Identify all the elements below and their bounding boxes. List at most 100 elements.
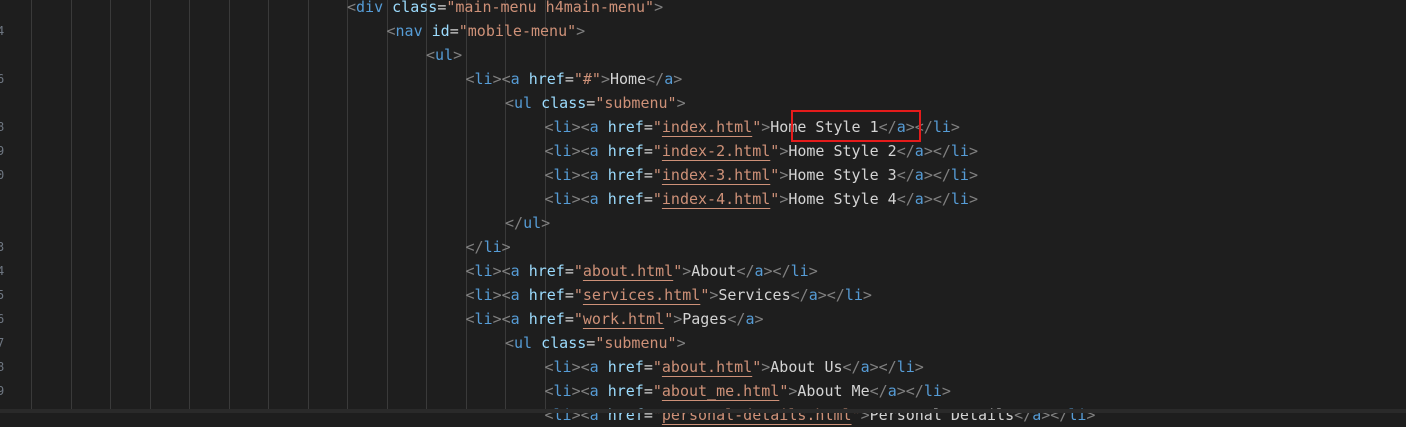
code-token: a [510, 262, 520, 280]
link-path[interactable]: index-3.html [662, 166, 770, 184]
link-path[interactable]: work.html [583, 310, 664, 328]
code-token: " [652, 190, 662, 208]
code-token: " [779, 382, 789, 400]
line-number: 6 [0, 72, 5, 86]
code-token: > [914, 358, 924, 376]
code-token: </ [896, 190, 915, 208]
code-token: = [449, 22, 459, 40]
code-token: < [347, 0, 357, 16]
code-token: li [474, 310, 493, 328]
code-token: </ [842, 358, 861, 376]
code-token: a [860, 358, 870, 376]
code-token: " [573, 310, 583, 328]
code-line[interactable]: <li><a href="index-3.html">Home Style 3<… [545, 163, 979, 187]
line-number: 7 [0, 336, 5, 350]
code-token: " [652, 118, 662, 136]
code-line[interactable]: <ul class="submenu"> [505, 331, 686, 355]
code-line[interactable]: <li><a href="index-4.html">Home Style 4<… [545, 187, 979, 211]
code-token: href [598, 142, 644, 160]
code-token: < [544, 166, 554, 184]
line-number [0, 187, 7, 211]
code-token: " [752, 118, 762, 136]
indent-guide [71, 0, 72, 413]
line-number: 9 [0, 144, 5, 158]
code-token: > [673, 310, 683, 328]
code-line[interactable]: <li><a href="about.html">About</a></li> [466, 259, 818, 283]
code-token: "mobile-menu" [458, 22, 577, 40]
link-path[interactable]: about.html [662, 358, 752, 376]
code-token: " [770, 190, 780, 208]
code-token: = [564, 70, 574, 88]
indent-guide [308, 0, 309, 413]
code-token: > [808, 262, 818, 280]
line-number-gutter: 4 6 8 9 0 3 4 5 6 7 8 9 [0, 0, 6, 413]
code-line[interactable]: <li><a href="about_me.html">About Me</a>… [545, 379, 951, 403]
code-token: < [465, 262, 475, 280]
code-token: href [598, 118, 644, 136]
code-line[interactable]: <li><a href="index-2.html">Home Style 2<… [545, 139, 979, 163]
code-token: > [779, 190, 789, 208]
code-token: </ [736, 262, 755, 280]
code-token: > [676, 334, 686, 352]
code-token: li [553, 358, 572, 376]
code-token: "submenu" [595, 94, 677, 112]
line-number: 3 [0, 240, 5, 254]
code-token: li [553, 190, 572, 208]
code-token: </ [896, 142, 915, 160]
code-token: li [474, 286, 493, 304]
code-token: = [643, 142, 653, 160]
code-token: </ [878, 118, 897, 136]
code-token: > [779, 166, 789, 184]
code-token: a [589, 118, 599, 136]
code-line[interactable]: <nav id="mobile-menu"> [387, 19, 586, 43]
indent-guide [347, 0, 348, 413]
code-line[interactable]: </ul> [505, 211, 550, 235]
code-token: > [541, 214, 551, 232]
code-line[interactable]: <li><a href="work.html">Pages</a> [466, 307, 764, 331]
link-path[interactable]: services.html [583, 286, 700, 304]
code-token: a [914, 142, 924, 160]
code-token: < [465, 310, 475, 328]
code-line[interactable]: <li><a href="services.html">Services</a>… [466, 283, 872, 307]
code-token: a [589, 166, 599, 184]
code-token: li [483, 238, 502, 256]
code-line[interactable]: <ul class="submenu"> [505, 91, 686, 115]
code-token: " [573, 262, 583, 280]
code-line[interactable]: <li><a href="#">Home</a> [466, 67, 683, 91]
horizontal-scrollbar[interactable] [0, 409, 1406, 413]
code-line[interactable]: <ul> [426, 43, 462, 67]
code-token: "submenu" [595, 334, 677, 352]
code-token: href [598, 358, 644, 376]
indent-guide [110, 0, 111, 413]
code-token: nav [395, 22, 423, 40]
code-token: div [356, 0, 384, 16]
code-line[interactable]: <li><a href="about.html">About Us</a></l… [545, 355, 924, 379]
code-token: = [564, 286, 574, 304]
code-token: < [426, 46, 436, 64]
line-number: 4 [0, 264, 5, 278]
link-path[interactable]: index-4.html [662, 190, 770, 208]
code-token: < [544, 118, 554, 136]
line-number [0, 0, 7, 19]
code-token: > [950, 118, 960, 136]
code-token: Home Style 3 [788, 166, 897, 184]
code-line[interactable]: <li><a href="index.html">Home Style 1</a… [545, 115, 960, 139]
code-token: " [652, 382, 662, 400]
code-token: Pages [682, 310, 728, 328]
code-token: li [553, 166, 572, 184]
code-token: > [968, 166, 978, 184]
indent-guide [466, 0, 467, 413]
code-token: a [589, 358, 599, 376]
link-path[interactable]: index.html [662, 118, 752, 136]
code-line[interactable]: <li><a href="personal-details.html">Pers… [545, 403, 1096, 427]
link-path[interactable]: about_me.html [662, 382, 779, 400]
code-token: </ [790, 286, 809, 304]
code-token: a [664, 70, 674, 88]
code-token: > [600, 70, 610, 88]
code-token: " [673, 262, 683, 280]
code-line[interactable]: </li> [466, 235, 511, 259]
code-line[interactable]: <div class="main-menu h4main-menu"> [347, 0, 663, 19]
link-path[interactable]: about.html [583, 262, 673, 280]
link-path[interactable]: index-2.html [662, 142, 770, 160]
code-token: ul [435, 46, 454, 64]
